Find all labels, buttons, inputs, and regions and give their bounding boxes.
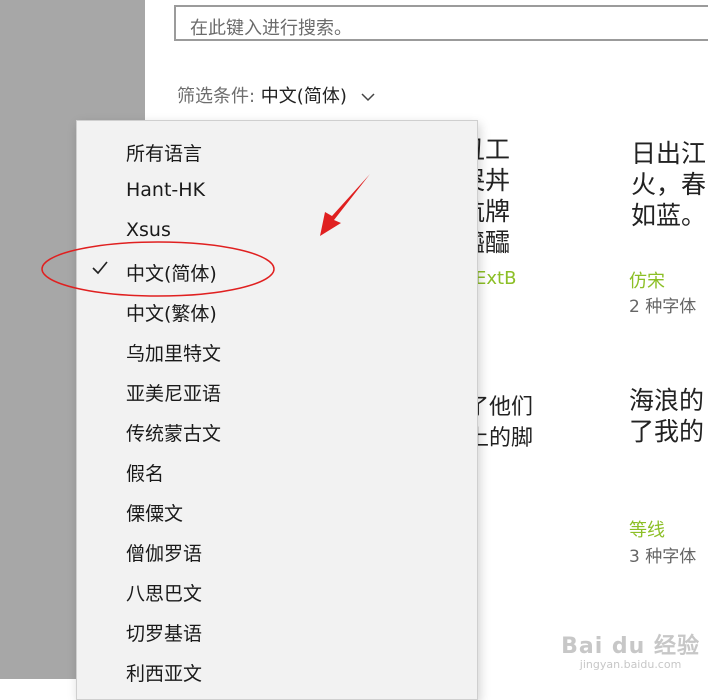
language-dropdown: 所有语言 Hant-HK Xsus 中文(简体) 中文(繁体) 乌加里特文 亚美… [76, 120, 478, 700]
font-card-count: 3 种字体 [629, 547, 697, 567]
filter-value: 中文(简体) [260, 86, 347, 107]
dropdown-item[interactable]: 傈僳文 [77, 491, 477, 531]
font-card-name: 仿宋 [629, 271, 665, 292]
font-card-preview[interactable]: 海浪的 了我的 [629, 385, 708, 447]
dropdown-item[interactable]: 利西亚文 [77, 651, 477, 691]
chevron-down-icon [361, 92, 375, 101]
search-box[interactable]: 在此键入进行搜索。 [174, 5, 708, 41]
baidu-watermark: Bai du 经验 jingyan.baidu.com [561, 628, 700, 671]
font-card-preview[interactable]: 日出江 火，春 如蓝。 [631, 138, 708, 231]
dropdown-item[interactable]: 亚美尼亚语 [77, 371, 477, 411]
dropdown-item[interactable]: 传统蒙古文 [77, 411, 477, 451]
font-card-name: 等线 [629, 520, 665, 541]
annotation-ellipse [41, 241, 275, 297]
dropdown-item[interactable]: 乌加里特文 [77, 331, 477, 371]
font-card-name: ExtB [475, 268, 517, 289]
watermark-logo: Bai du 经验 [561, 634, 700, 659]
filter-label: 筛选条件: [177, 86, 261, 107]
dropdown-item[interactable]: 八思巴文 [77, 571, 477, 611]
watermark-url: jingyan.baidu.com [579, 658, 682, 671]
dropdown-item[interactable]: 切罗基语 [77, 611, 477, 651]
dropdown-item[interactable]: 所有语言 [77, 131, 477, 171]
font-card-count: 2 种字体 [629, 297, 697, 317]
filter-control[interactable]: 筛选条件: 中文(简体) [177, 82, 375, 108]
annotation-arrow-icon [320, 174, 370, 236]
dropdown-item[interactable]: 假名 [77, 451, 477, 491]
dropdown-item[interactable]: Hant-HK [77, 171, 477, 211]
dropdown-item[interactable]: 僧伽罗语 [77, 531, 477, 571]
search-placeholder: 在此键入进行搜索。 [190, 18, 352, 39]
